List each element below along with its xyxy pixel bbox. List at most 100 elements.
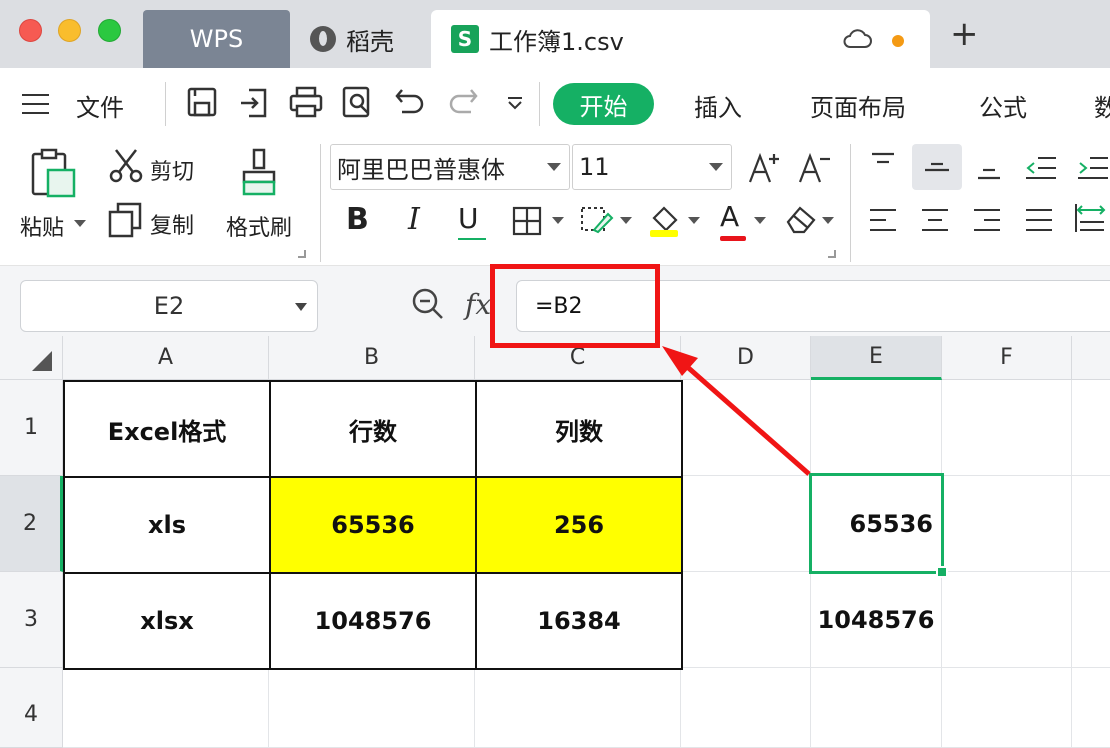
format-painter-button[interactable]: 格式刷	[226, 210, 292, 242]
zoom-search-icon[interactable]	[410, 286, 446, 322]
cell-d4[interactable]	[681, 668, 811, 748]
borders-dropdown-icon[interactable]	[552, 217, 564, 224]
close-window-button[interactable]	[19, 19, 42, 42]
align-middle-button[interactable]	[912, 144, 962, 190]
column-header-e[interactable]: E	[811, 336, 942, 380]
tab-insert[interactable]: 插入	[694, 88, 742, 123]
tab-wps[interactable]: WPS	[143, 10, 290, 68]
cell-g3[interactable]	[1072, 572, 1110, 668]
save-icon[interactable]	[186, 86, 218, 118]
eraser-dropdown-icon[interactable]	[822, 217, 834, 224]
insert-function-button[interactable]: fx	[465, 288, 491, 321]
eraser-icon[interactable]	[784, 204, 818, 234]
column-header-f[interactable]: F	[942, 336, 1072, 380]
cell-a1[interactable]: Excel格式	[63, 380, 271, 478]
print-preview-icon[interactable]	[342, 86, 374, 120]
cell-g4[interactable]	[1072, 668, 1110, 748]
undo-icon[interactable]	[394, 86, 426, 118]
format-painter-icon[interactable]	[240, 148, 280, 198]
draw-border-icon[interactable]	[580, 204, 614, 236]
cell-e1[interactable]	[811, 380, 942, 476]
cell-f3[interactable]	[942, 572, 1072, 668]
font-name-select[interactable]: 阿里巴巴普惠体	[330, 144, 570, 190]
cell-a4[interactable]	[63, 668, 269, 748]
menu-file[interactable]: 文件	[76, 88, 124, 123]
minimize-window-button[interactable]	[58, 19, 81, 42]
cell-d3[interactable]	[681, 572, 811, 668]
zoom-window-button[interactable]	[98, 19, 121, 42]
cell-e4[interactable]	[811, 668, 942, 748]
tab-page-layout[interactable]: 页面布局	[810, 88, 906, 123]
cell-f2[interactable]	[942, 476, 1072, 572]
fill-color-dropdown-icon[interactable]	[688, 217, 700, 224]
cell-f1[interactable]	[942, 380, 1072, 476]
row-header-2[interactable]: 2	[0, 476, 63, 572]
name-box[interactable]: E2	[20, 280, 318, 332]
cell-b4[interactable]	[269, 668, 475, 748]
cell-c2[interactable]: 256	[475, 476, 683, 574]
fill-handle[interactable]	[936, 566, 948, 578]
font-color-dropdown-icon[interactable]	[754, 217, 766, 224]
cell-f4[interactable]	[942, 668, 1072, 748]
paste-dropdown-icon[interactable]	[74, 220, 86, 227]
cell-c4[interactable]	[475, 668, 681, 748]
column-header-d[interactable]: D	[681, 336, 811, 380]
cloud-icon[interactable]	[842, 27, 872, 49]
align-right-icon[interactable]	[972, 206, 1002, 234]
cell-b2[interactable]: 65536	[269, 476, 477, 574]
font-dialog-launcher-icon[interactable]	[828, 250, 836, 258]
cell-e3[interactable]: 1048576	[811, 572, 942, 668]
cell-b1[interactable]: 行数	[269, 380, 477, 478]
distributed-align-icon[interactable]	[1074, 202, 1108, 234]
new-tab-plus-icon[interactable]: +	[950, 14, 979, 54]
cut-button[interactable]: 剪切	[150, 154, 194, 186]
cell-b3[interactable]: 1048576	[269, 572, 477, 670]
clipboard-dialog-launcher-icon[interactable]	[298, 250, 306, 258]
redo-icon[interactable]	[447, 86, 479, 118]
underline-button[interactable]: U	[458, 202, 486, 240]
cell-d2[interactable]	[681, 476, 811, 572]
paste-icon[interactable]	[30, 148, 76, 198]
row-header-1[interactable]: 1	[0, 380, 63, 476]
tab-start[interactable]: 开始	[553, 83, 654, 125]
justify-icon[interactable]	[1024, 206, 1054, 234]
font-color-button[interactable]: A	[720, 200, 746, 241]
tab-document[interactable]: S 工作簿1.csv	[431, 10, 930, 68]
column-header-b[interactable]: B	[269, 336, 475, 380]
cell-a3[interactable]: xlsx	[63, 572, 271, 670]
decrease-font-size-icon[interactable]	[798, 150, 834, 186]
bold-button[interactable]: B	[346, 202, 369, 237]
copy-button[interactable]: 复制	[150, 208, 194, 240]
paste-button[interactable]: 粘贴	[20, 210, 64, 242]
row-header-4[interactable]: 4	[0, 668, 63, 748]
row-header-3[interactable]: 3	[0, 572, 63, 668]
quick-access-dropdown-icon[interactable]	[506, 96, 524, 110]
export-icon[interactable]	[237, 86, 271, 120]
decrease-indent-icon[interactable]	[1024, 154, 1058, 182]
cell-c1[interactable]: 列数	[475, 380, 683, 478]
column-header-g[interactable]	[1072, 336, 1110, 380]
hamburger-menu-icon[interactable]	[22, 94, 49, 121]
tab-daoke[interactable]: 稻壳	[298, 10, 428, 68]
copy-icon[interactable]	[108, 202, 142, 238]
increase-font-size-icon[interactable]	[748, 150, 784, 186]
italic-button[interactable]: I	[408, 202, 420, 237]
print-icon[interactable]	[289, 86, 323, 118]
column-header-a[interactable]: A	[63, 336, 269, 380]
select-all-corner[interactable]	[0, 336, 63, 380]
align-left-icon[interactable]	[868, 206, 898, 234]
cell-g1[interactable]	[1072, 380, 1110, 476]
align-bottom-icon[interactable]	[974, 158, 1004, 184]
align-top-icon[interactable]	[868, 150, 898, 176]
draw-border-dropdown-icon[interactable]	[620, 217, 632, 224]
cell-g2[interactable]	[1072, 476, 1110, 572]
fill-color-icon[interactable]	[648, 202, 682, 238]
scissors-icon[interactable]	[108, 148, 144, 184]
cell-c3[interactable]: 16384	[475, 572, 683, 670]
tab-formula[interactable]: 公式	[979, 88, 1027, 123]
cell-d1[interactable]	[681, 380, 811, 476]
align-center-icon[interactable]	[920, 206, 950, 234]
font-size-select[interactable]: 11	[572, 144, 732, 190]
borders-icon[interactable]	[512, 206, 542, 236]
tab-data[interactable]: 数	[1094, 88, 1110, 123]
